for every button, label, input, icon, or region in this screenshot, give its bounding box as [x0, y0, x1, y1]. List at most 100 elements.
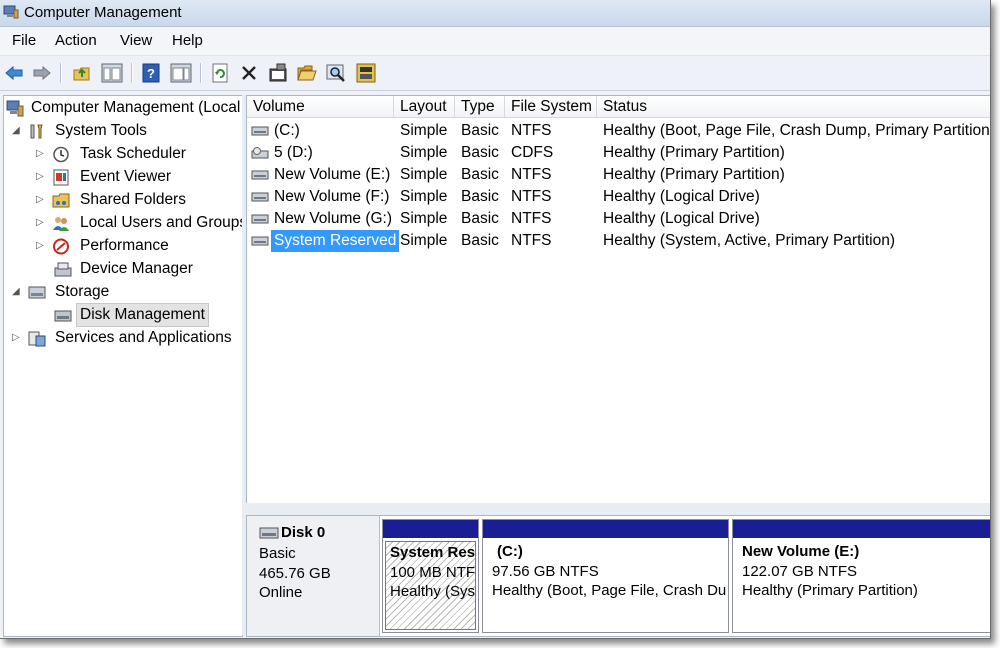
- back-icon[interactable]: [3, 62, 25, 84]
- volume-status: Healthy (Boot, Page File, Crash Dump, Pr…: [603, 122, 991, 139]
- menu-view[interactable]: View: [118, 32, 154, 49]
- tree-label-storage: Storage: [55, 283, 110, 300]
- volume-type: Basic: [461, 210, 499, 227]
- volume-row[interactable]: New Volume (F:) Simple Basic NTFS Healthy (L…: [247, 186, 990, 208]
- partition-title: System Res: [390, 544, 476, 561]
- volume-row[interactable]: New Volume (G:) Simple Basic NTFS Healthy (L…: [247, 208, 990, 230]
- tree-item-computer-management[interactable]: Computer Management (Local: [4, 97, 242, 119]
- partition-bar: [383, 520, 478, 538]
- tree-item-local-users-and-groups[interactable]: ▷ Local Users and Groups: [4, 212, 242, 234]
- tree-item-device-manager[interactable]: Device Manager: [4, 258, 242, 280]
- volume-status: Healthy (Logical Drive): [603, 210, 760, 227]
- tree-label-task-scheduler: Task Scheduler: [80, 145, 186, 162]
- partition-title: (C:): [497, 543, 523, 560]
- volume-status: Healthy (Primary Partition): [603, 166, 785, 183]
- column-header-file-system[interactable]: File System: [505, 96, 597, 118]
- drive-icon: [251, 126, 269, 136]
- expand-arrow-icon[interactable]: ▷: [36, 212, 46, 234]
- expand-arrow-icon[interactable]: ▷: [36, 166, 46, 188]
- volume-name: 5 (D:): [274, 144, 313, 161]
- properties-icon[interactable]: [267, 62, 289, 84]
- tree-label-services: Services and Applications: [55, 329, 232, 346]
- volume-row[interactable]: System Reserved Simple Basic NTFS Healthy (S…: [247, 230, 990, 252]
- tree-item-system-tools[interactable]: ◢ System Tools: [4, 120, 242, 142]
- volume-status: Healthy (System, Active, Primary Partiti…: [603, 232, 895, 249]
- show-hide-action-pane-icon[interactable]: [170, 62, 192, 84]
- partition-status: Healthy (Sys: [390, 583, 476, 600]
- partition-size: 100 MB NTF: [390, 564, 476, 581]
- volume-layout: Simple: [400, 166, 448, 183]
- partition-size: 97.56 GB NTFS: [492, 563, 599, 580]
- partition-title: New Volume (E:): [742, 543, 860, 560]
- volume-file-system: NTFS: [511, 210, 552, 227]
- disk-size: 465.76 GB: [259, 565, 331, 582]
- partition-e[interactable]: New Volume (E:) 122.07 GB NTFS Healthy (…: [732, 519, 990, 633]
- tree-label-event-viewer: Event Viewer: [80, 168, 172, 185]
- column-header-layout[interactable]: Layout: [394, 96, 455, 118]
- tree-item-disk-management[interactable]: Disk Management: [4, 303, 242, 327]
- volume-row[interactable]: New Volume (E:) Simple Basic NTFS Healthy (P…: [247, 164, 990, 186]
- up-folder-icon[interactable]: [71, 62, 93, 84]
- column-header-volume[interactable]: Volume: [247, 96, 394, 118]
- menu-file[interactable]: File: [10, 32, 38, 49]
- volume-file-system: NTFS: [511, 122, 552, 139]
- toolbar: ?: [0, 56, 990, 91]
- horizontal-splitter[interactable]: [246, 503, 990, 515]
- menu-bar: File Action View Help: [0, 27, 990, 56]
- column-header-status[interactable]: Status: [597, 96, 990, 118]
- volume-type: Basic: [461, 232, 499, 249]
- show-hide-console-tree-icon[interactable]: [101, 62, 123, 84]
- tree-item-services-and-applications[interactable]: ▷ Services and Applications: [4, 327, 242, 349]
- disk-icon: [259, 527, 279, 539]
- volume-name: New Volume (G:): [274, 210, 393, 227]
- menu-action[interactable]: Action: [53, 32, 99, 49]
- partition-system-reserved[interactable]: System Res 100 MB NTF Healthy (Sys: [382, 519, 479, 633]
- drive-icon: [251, 192, 269, 202]
- tree-item-storage[interactable]: ◢ Storage: [4, 281, 242, 303]
- expand-arrow-icon[interactable]: ▷: [36, 189, 46, 211]
- volume-row[interactable]: 5 (D:) Simple Basic CDFS Healthy (Primary Pa…: [247, 142, 990, 164]
- volume-status: Healthy (Logical Drive): [603, 188, 760, 205]
- volume-row[interactable]: (C:) Simple Basic NTFS Healthy (Boot, Page F…: [247, 120, 991, 142]
- collapse-arrow-icon[interactable]: ◢: [12, 281, 22, 303]
- expand-arrow-icon[interactable]: ▷: [36, 235, 46, 257]
- clock-icon: [53, 146, 69, 163]
- collapse-arrow-icon[interactable]: ◢: [12, 120, 22, 142]
- forward-icon[interactable]: [31, 62, 53, 84]
- tools-icon: [30, 124, 43, 139]
- expand-arrow-icon[interactable]: ▷: [36, 143, 46, 165]
- expand-arrow-icon[interactable]: ▷: [12, 327, 22, 349]
- drive-icon: [251, 214, 269, 224]
- volume-name: New Volume (E:): [274, 166, 391, 183]
- volume-type: Basic: [461, 144, 499, 161]
- search-icon[interactable]: [325, 62, 347, 84]
- help-icon[interactable]: ?: [140, 62, 162, 84]
- computer-management-window: Computer Management File Action View Hel…: [0, 0, 991, 639]
- partition-status: Healthy (Primary Partition): [742, 582, 918, 599]
- volume-layout: Simple: [400, 232, 448, 249]
- svg-text:?: ?: [147, 66, 155, 81]
- volume-file-system: CDFS: [511, 144, 554, 161]
- computer-management-icon: [6, 100, 24, 117]
- disk-0-info[interactable]: Disk 0 Basic 465.76 GB Online: [247, 516, 380, 636]
- storage-icon: [28, 286, 46, 299]
- delete-icon[interactable]: [238, 62, 260, 84]
- tree-item-performance[interactable]: ▷ Performance: [4, 235, 242, 257]
- menu-help[interactable]: Help: [170, 32, 205, 49]
- computer-management-icon: [3, 5, 19, 19]
- tree-item-shared-folders[interactable]: ▷ Shared Folders: [4, 189, 242, 211]
- disk-management-icon: [54, 310, 72, 322]
- settings-icon[interactable]: [355, 62, 377, 84]
- refresh-icon[interactable]: [209, 62, 231, 84]
- tree-item-task-scheduler[interactable]: ▷ Task Scheduler: [4, 143, 242, 165]
- tree-item-event-viewer[interactable]: ▷ Event Viewer: [4, 166, 242, 188]
- partition-size: 122.07 GB NTFS: [742, 563, 858, 580]
- partition-bar: [733, 520, 990, 538]
- title-bar: Computer Management: [0, 0, 990, 27]
- tree-label-local-users: Local Users and Groups: [80, 214, 243, 231]
- event-viewer-icon: [53, 169, 69, 186]
- console-tree: Computer Management (Local ◢ System Tool…: [3, 95, 243, 637]
- column-header-type[interactable]: Type: [455, 96, 505, 118]
- open-icon[interactable]: [296, 62, 318, 84]
- partition-c[interactable]: (C:) 97.56 GB NTFS Healthy (Boot, Page F…: [482, 519, 729, 633]
